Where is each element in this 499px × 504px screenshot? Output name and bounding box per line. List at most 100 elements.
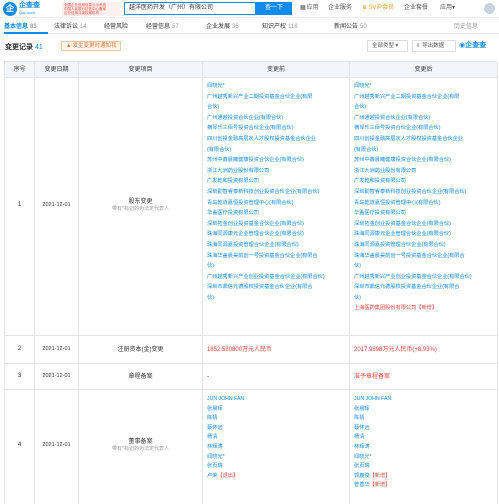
list-item[interactable]: 珠海华盖晨昊前创一号投资基金合伙企业(有限合 (354, 251, 494, 262)
list-item[interactable]: 闻晓光* (354, 81, 494, 92)
list-item[interactable]: 四川创投金融高层次人才股权投资基金合伙企业 (354, 134, 494, 145)
list-item-text: 张晨晖 (207, 405, 223, 412)
list-item[interactable]: 广州越秀新兴产业二期投资基金合伙企业(有限 (207, 92, 346, 103)
tab-legal[interactable]: 法律诉讼 14 (54, 22, 87, 32)
list-item[interactable]: 广州通越投资合伙企业(有限合伙) (354, 113, 494, 124)
list-item[interactable]: 合伙) (354, 102, 494, 113)
search-input[interactable]: 越洋医药开发（广州）有限公司 (124, 2, 256, 15)
list-item[interactable]: 闻晓光* (207, 453, 346, 463)
list-item[interactable]: 伙) (354, 261, 494, 272)
avatar[interactable] (484, 3, 495, 14)
tab-risk[interactable]: 经营风险 (104, 22, 130, 32)
list-item[interactable]: 华盖医疗投资有限公司 (207, 208, 346, 219)
list-item-text: 珠海同源康元企业管理合伙企业(有限合伙) (354, 231, 451, 238)
list-item[interactable]: 深圳市鼎信元德股权投资基金合伙企业(有限合 (354, 282, 494, 293)
list-item[interactable]: JUN JOHN FAN (354, 395, 494, 405)
nav-apps[interactable]: ▦应用 (300, 4, 319, 13)
list-item[interactable]: 珠海华盖晨昊前创一号投资基金合伙企业(有限合 (207, 251, 346, 262)
tab-history[interactable]: 历史信息 (454, 22, 478, 32)
list-item[interactable]: 珠海同源嘉投资管理合伙企业(有限合伙) (354, 240, 494, 251)
list-item[interactable]: 合伙) (207, 102, 346, 113)
list-item[interactable]: 苏州中鑫晨曦健康投资合伙企业(有限合伙) (354, 155, 494, 166)
list-item[interactable]: 伙) (354, 293, 494, 304)
before-list: 闻晓光* 广州越秀新兴产业二期投资基金合伙企业(有限 合伙) 广州通越投资合伙企业(有… (207, 81, 346, 303)
list-item[interactable]: 闻晓光* (207, 81, 346, 92)
row-after: 闻晓光* 广州越秀新兴产业二期投资基金合伙企业(有限 合伙) 广州通越投资合伙企业(有… (350, 78, 498, 335)
list-item[interactable]: 张页瑞 (207, 462, 346, 472)
search-button[interactable]: 查一下 (256, 2, 292, 15)
list-item[interactable]: (有限合伙) (207, 145, 346, 156)
list-item[interactable]: 张晨晖 (354, 405, 494, 415)
list-item[interactable]: 华盖医疗投资有限公司 (354, 208, 494, 219)
tab-basic-info[interactable]: 基本信息 83 (4, 22, 37, 32)
nav-package[interactable]: 企业套餐 (404, 4, 428, 13)
row-after: 2017.9898万元人民币(+8.93%) (350, 336, 498, 363)
tab-count: 83 (30, 24, 37, 30)
list-item[interactable]: 四川创投金融高层次人才股权投资基金合伙企业 (207, 134, 346, 145)
notify-me-button[interactable]: ▲发生变更时通知我 (61, 41, 122, 51)
list-item-text: 杨清 (354, 434, 365, 441)
list-item[interactable]: 杨清 (354, 433, 494, 443)
list-item-text: 深圳拓金创业投资基金合伙企业(有限合伙) (207, 220, 304, 227)
list-item[interactable]: 横琴乐三佰号投资合伙企业(有限合伙) (207, 123, 346, 134)
list-item[interactable]: 卢荣【退出】 (207, 472, 346, 482)
list-item[interactable]: 青岛乾道嘉恒投资管理中心(有限合伙) (354, 198, 494, 209)
row-before: 1852.580800万元人民币 (203, 336, 350, 363)
tab-news[interactable]: 新闻公告 50 (334, 22, 367, 32)
list-item[interactable]: 深圳勤智睿泰新科技创业投资合伙企业(有限合伙) (354, 187, 494, 198)
list-item[interactable]: 广发乾和投资有限公司 (354, 176, 494, 187)
list-item[interactable]: 郭鹿俊【新增】 (354, 472, 494, 482)
list-item[interactable]: 伙) (207, 293, 346, 304)
list-item[interactable]: 横琴乐三佰号投资合伙企业(有限合伙) (354, 123, 494, 134)
nav-svip[interactable]: ♛SVIP会员 (362, 4, 394, 13)
list-item-text: 深圳勤智睿泰新科技创业投资合伙企业(有限合伙) (207, 188, 320, 195)
list-item[interactable]: 珠海同源康元企业管理合伙企业(有限合伙) (207, 229, 346, 240)
export-button[interactable]: ⇩ 导出数据 (412, 40, 456, 52)
list-item[interactable]: 陈猜 (354, 414, 494, 424)
list-item[interactable]: 广州越秀新兴产业创业投资基金合伙企业(有限合伙) (207, 272, 346, 283)
list-item[interactable]: 深圳拓金创业投资基金合伙企业(有限合伙) (207, 219, 346, 230)
list-item[interactable]: 深圳市鼎信元德股权投资基金合伙企业(有限合 (207, 282, 346, 293)
table-header-row: 序号 变更日期 变更项目 变更前 变更后 (5, 62, 498, 78)
list-item[interactable]: (有限合伙) (354, 145, 494, 156)
list-item[interactable]: 广州越秀新兴产业二期投资基金合伙企业(有限 (354, 92, 494, 103)
list-item[interactable]: 曾善华【新增】 (354, 481, 494, 491)
list-item[interactable]: 广发乾和投资有限公司 (207, 176, 346, 187)
type-filter-select[interactable]: 全部类型 ▾ (367, 40, 408, 52)
list-item[interactable]: 伙) (207, 261, 346, 272)
nav-apps-2[interactable]: 应用 ▾ (440, 4, 456, 13)
list-item[interactable]: 林辉涛 (354, 443, 494, 453)
list-item[interactable]: 浙江九洲药业股份有限公司 (354, 166, 494, 177)
nav-enterprise-service[interactable]: 企业服务 (328, 4, 352, 13)
list-item[interactable]: 蔡怀远 (207, 424, 346, 434)
list-item[interactable]: 深圳勤智睿泰新科技创业投资合伙企业(有限合伙) (207, 187, 346, 198)
list-item[interactable]: 广州越秀新兴产业创业投资基金合伙企业(有限合伙) (354, 272, 494, 283)
tab-development[interactable]: 企业发展 36 (206, 22, 239, 32)
list-item[interactable]: 陈猜 (207, 414, 346, 424)
list-item[interactable]: 青岛乾道嘉恒投资管理中心(有限合伙) (207, 198, 346, 209)
list-item-text: 华盖医疗投资有限公司 (354, 210, 406, 217)
list-item[interactable]: 闻晓光* (354, 453, 494, 463)
list-item[interactable]: 广州通越投资合伙企业(有限合伙) (207, 113, 346, 124)
tab-operation[interactable]: 经营信息 57 (146, 22, 179, 32)
list-item[interactable]: 珠海同源康元企业管理合伙企业(有限合伙) (354, 229, 494, 240)
item-note: 带有*标记的为法定代表人 (112, 446, 169, 452)
qcc-logo[interactable]: 企 企查查 Qcc.com (3, 2, 61, 16)
list-item[interactable]: JUN JOHN FAN (207, 395, 346, 405)
list-item[interactable]: 张晨晖 (207, 405, 346, 415)
list-item[interactable]: 上海医药集团股份有限公司【新增】 (354, 303, 494, 314)
list-item[interactable]: 张页瑞 (354, 462, 494, 472)
list-item[interactable]: 杨清 (207, 433, 346, 443)
list-item-text: 张晨晖 (354, 405, 370, 412)
list-item[interactable]: 珠海同源嘉投资管理合伙企业(有限合伙) (207, 240, 346, 251)
list-item[interactable]: 林辉涛 (207, 443, 346, 453)
crown-icon: ♛ (362, 5, 368, 11)
list-item[interactable]: 蔡怀远 (354, 424, 494, 434)
list-item[interactable]: 浙江九洲药业股份有限公司 (207, 166, 346, 177)
list-item[interactable]: 深圳拓金创业投资基金合伙企业(有限合伙) (354, 219, 494, 230)
list-item-text: 林辉涛 (207, 443, 223, 450)
table-row: 3 2021-12-01 章程备案 - 准予章程备案 (5, 364, 498, 390)
list-item[interactable]: 苏州中鑫晨曦健康投资合伙企业(有限合伙) (207, 155, 346, 166)
row-after: JUN JOHN FAN 张晨晖陈猜 蔡怀远 杨清林辉涛 闻晓光* 张页瑞 郭鹿俊【新增】曾… (350, 390, 498, 504)
tab-ip[interactable]: 知识产权 118 (262, 22, 298, 32)
